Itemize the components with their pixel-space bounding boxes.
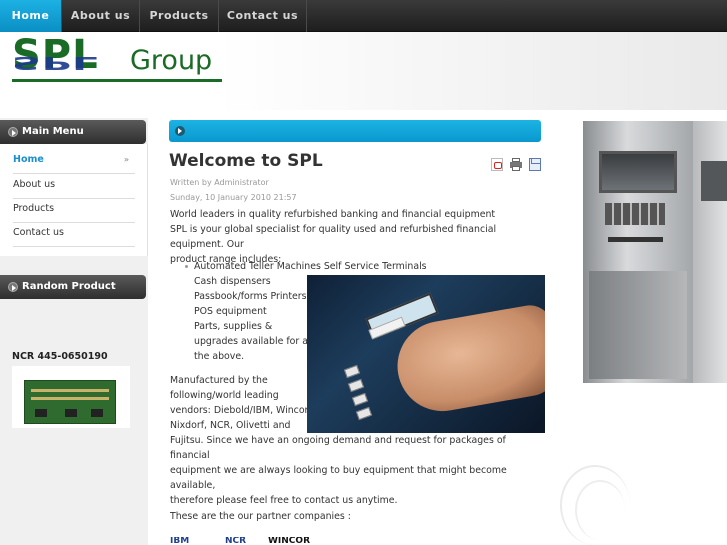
nav-item-home[interactable]: Home <box>0 0 62 32</box>
pdf-icon[interactable] <box>491 158 503 171</box>
main-menu-title: Main Menu <box>22 126 84 137</box>
site-logo[interactable]: SPL SPL Group <box>12 32 222 102</box>
atm-lower-panel <box>589 271 687 379</box>
list-item: POS equipment <box>194 306 267 317</box>
manufacturer-line: Nixdorf, NCR, Olivetti and <box>170 420 291 431</box>
atm-key <box>351 392 369 407</box>
top-nav: Home About us Products Contact us <box>0 0 727 32</box>
intro-line: SPL is your global specialist for qualit… <box>170 224 497 250</box>
bullet-arrow-icon <box>8 127 18 137</box>
random-product-header: Random Product <box>0 275 146 299</box>
partner-logos: IBM NCR WINCOR <box>170 537 320 545</box>
board-slot <box>31 389 109 392</box>
content-header-bar <box>169 120 541 142</box>
logo-underline <box>12 79 222 82</box>
manufacturer-text: Manufactured by the following/world lead… <box>170 373 310 433</box>
closing-line: therefore please feel free to contact us… <box>170 495 398 506</box>
email-icon[interactable] <box>529 158 541 171</box>
circuit-board-image <box>24 380 116 424</box>
sidebar-item-contact-us[interactable]: Contact us <box>13 223 135 247</box>
list-item: upgrades available for all <box>194 336 314 347</box>
list-item: Cash dispensers <box>194 276 271 287</box>
intro-line: World leaders in quality refurbished ban… <box>170 209 496 220</box>
bullet-arrow-icon <box>175 126 185 136</box>
nav-item-products[interactable]: Products <box>140 0 219 32</box>
partner-logo-ibm[interactable]: IBM <box>170 537 189 545</box>
closing-line: Fujitsu. Since we have an ongoing demand… <box>170 435 506 461</box>
atm-side-display <box>701 161 727 201</box>
nav-item-about-us[interactable]: About us <box>62 0 140 32</box>
article-intro: World leaders in quality refurbished ban… <box>170 207 542 267</box>
atm-machine-image <box>583 121 727 383</box>
article-actions <box>491 158 543 172</box>
random-product-image[interactable] <box>12 366 130 428</box>
list-item: Passbook/forms Printers <box>194 291 307 302</box>
atm-display <box>599 151 677 193</box>
sidebar-item-home[interactable]: Home » <box>13 150 135 174</box>
board-slot <box>31 397 109 400</box>
atm-hand-photo <box>307 275 545 433</box>
atm-cash-slot <box>608 237 663 242</box>
sidebar-item-label: Contact us <box>13 227 64 238</box>
main-menu-header: Main Menu <box>0 120 146 144</box>
random-product-title: Random Product <box>22 281 116 292</box>
closing-text: Fujitsu. Since we have an ongoing demand… <box>170 433 542 508</box>
bullet-arrow-icon <box>8 282 18 292</box>
atm-key <box>347 378 365 393</box>
partner-logo-wincor[interactable]: WINCOR <box>268 537 310 545</box>
double-chevron-icon: » <box>123 155 129 164</box>
sidebar-item-label: About us <box>13 179 56 190</box>
nav-item-contact-us[interactable]: Contact us <box>219 0 307 32</box>
main-menu: Home » About us Products Contact us <box>0 144 148 256</box>
list-item: Parts, supplies & <box>194 321 273 332</box>
logo-suffix: Group <box>130 45 213 76</box>
manufacturer-line: Manufactured by the <box>170 375 268 386</box>
manufacturer-line: following/world leading <box>170 390 279 401</box>
article-author: Written by Administrator <box>170 178 269 187</box>
sidebar-item-label: Products <box>13 203 55 214</box>
article-date: Sunday, 10 January 2010 21:57 <box>170 193 297 202</box>
manufacturer-line: vendors: Diebold/IBM, Wincor <box>170 405 309 416</box>
board-chip <box>65 409 77 417</box>
list-bullet <box>185 265 188 268</box>
sidebar-item-products[interactable]: Products <box>13 199 135 223</box>
print-icon[interactable] <box>510 158 522 171</box>
partners-heading: These are the our partner companies : <box>170 511 351 522</box>
article-title: Welcome to SPL <box>169 151 323 171</box>
atm-key <box>343 364 361 379</box>
board-chip <box>91 409 103 417</box>
sidebar-item-label: Home <box>13 154 44 165</box>
atm-key <box>355 406 373 421</box>
sidebar-item-about-us[interactable]: About us <box>13 175 135 199</box>
decorative-swirl <box>575 480 625 540</box>
board-chip <box>35 409 47 417</box>
list-item: Automated Teller Machines Self Service T… <box>194 261 427 272</box>
list-item: the above. <box>194 351 245 362</box>
left-sidebar: Main Menu Home » About us Products Conta… <box>0 118 148 545</box>
atm-keypad <box>605 203 665 225</box>
logo-brand-reflection: SPL <box>12 52 99 74</box>
random-product-name[interactable]: NCR 445-0650190 <box>12 351 108 362</box>
closing-line: equipment we are always looking to buy e… <box>170 465 507 491</box>
partner-logo-ncr[interactable]: NCR <box>225 537 246 545</box>
